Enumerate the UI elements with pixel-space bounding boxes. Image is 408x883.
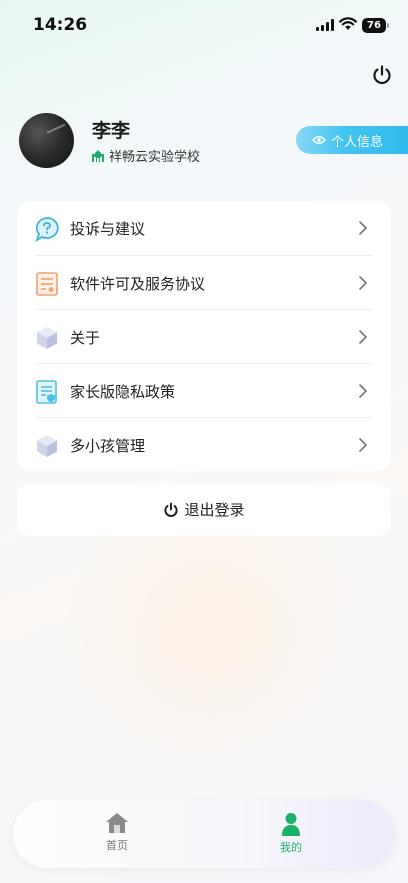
menu-card: 投诉与建议 软件许可及服务协议 关于 家长版隐私政策 多小孩管理	[18, 201, 390, 471]
profile-info-button[interactable]: 个人信息	[296, 126, 408, 154]
tab-home[interactable]: 首页	[77, 812, 157, 858]
license-document-icon	[36, 272, 58, 296]
eye-icon	[312, 136, 326, 144]
person-icon	[282, 813, 300, 836]
chevron-right-icon	[359, 438, 367, 452]
status-bar: 14:26 76	[0, 0, 408, 50]
chevron-right-icon	[359, 276, 367, 290]
menu-item-label: 多小孩管理	[70, 436, 146, 455]
power-icon	[164, 502, 179, 517]
status-time: 14:26	[33, 15, 88, 35]
tab-label: 首页	[106, 839, 128, 852]
cube-icon	[37, 327, 57, 349]
menu-item-feedback[interactable]: 投诉与建议	[18, 201, 390, 255]
tab-bar: 首页 我的	[13, 800, 395, 868]
logout-button[interactable]: 退出登录	[18, 483, 390, 536]
chevron-right-icon	[359, 221, 367, 235]
battery-tip	[387, 23, 389, 28]
menu-item-multi-child[interactable]: 多小孩管理	[18, 418, 390, 472]
school-name: 祥畅云实验学校	[109, 150, 201, 165]
cellular-signal-icon	[316, 19, 334, 31]
battery-indicator: 76	[362, 18, 386, 33]
menu-item-about[interactable]: 关于	[18, 310, 390, 364]
logout-label: 退出登录	[184, 501, 245, 519]
avatar[interactable]	[19, 113, 74, 168]
home-icon	[106, 813, 128, 833]
menu-item-label: 软件许可及服务协议	[70, 274, 206, 293]
tab-label: 我的	[280, 841, 302, 854]
chevron-right-icon	[359, 330, 367, 344]
profile-info-label: 个人信息	[331, 134, 384, 150]
school-icon	[92, 149, 104, 162]
user-name: 李李	[92, 120, 131, 142]
school-row: 祥畅云实验学校	[91, 146, 200, 165]
power-icon[interactable]	[371, 64, 393, 86]
menu-item-label: 关于	[70, 328, 101, 347]
wifi-icon	[339, 17, 357, 30]
menu-item-privacy[interactable]: 家长版隐私政策	[18, 364, 390, 418]
tab-mine[interactable]: 我的	[251, 812, 331, 858]
question-bubble-icon	[35, 217, 59, 242]
menu-item-label: 家长版隐私政策	[70, 382, 176, 401]
cube-icon	[37, 435, 57, 457]
chevron-right-icon	[359, 384, 367, 398]
menu-item-label: 投诉与建议	[70, 219, 146, 238]
menu-item-license[interactable]: 软件许可及服务协议	[18, 256, 390, 310]
privacy-document-icon	[36, 380, 57, 404]
